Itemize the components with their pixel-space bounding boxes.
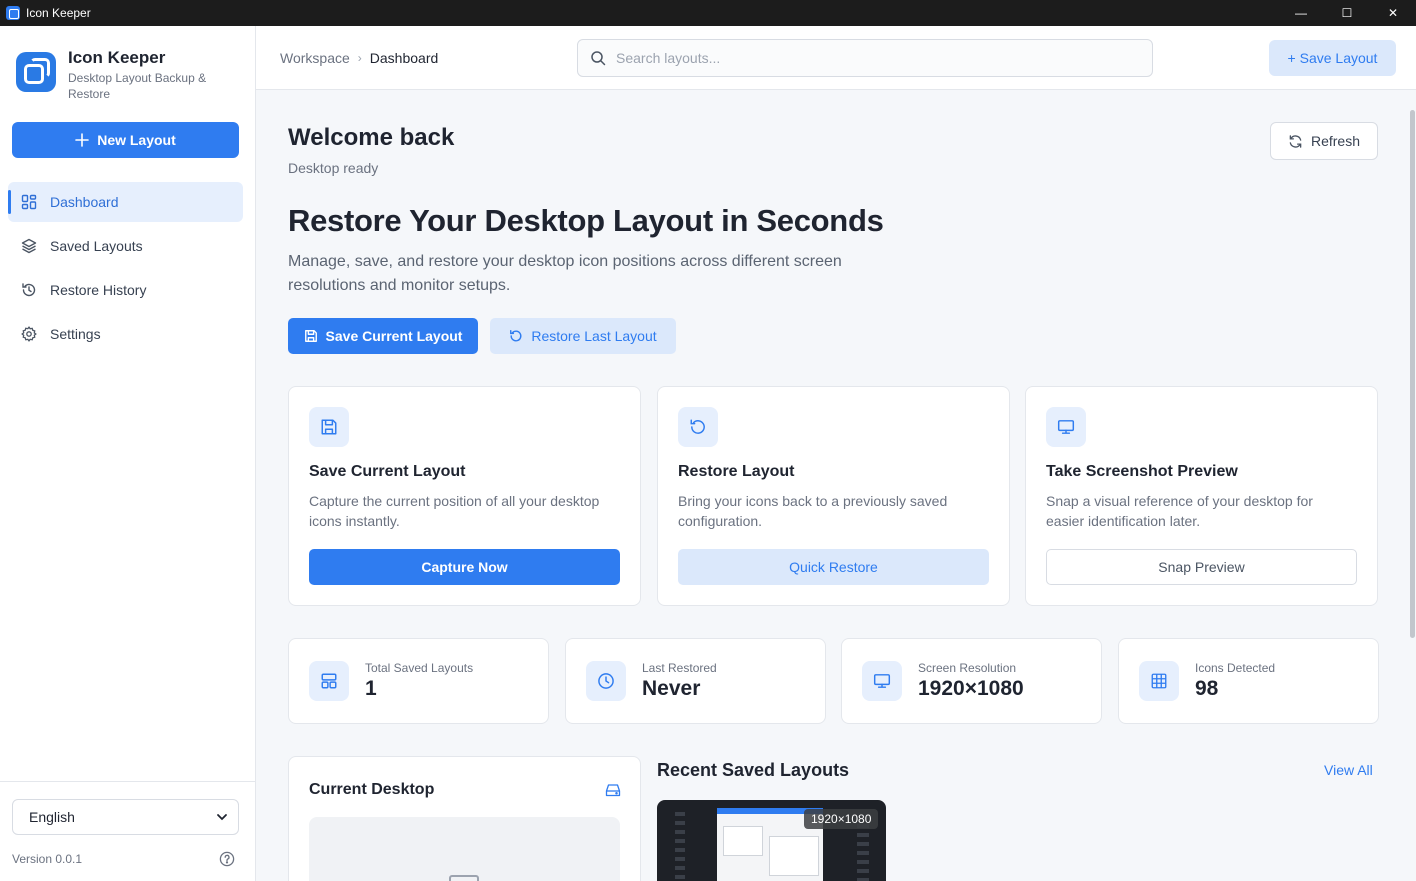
plus-icon [75, 133, 90, 147]
breadcrumb-separator: › [357, 51, 362, 65]
card-title: Save Current Layout [309, 463, 466, 480]
logo-icon [16, 52, 56, 92]
save-current-layout-button[interactable]: Save Current Layout [288, 318, 478, 354]
snap-preview-button[interactable]: Snap Preview [1046, 549, 1357, 585]
search-icon [590, 50, 606, 66]
restore-last-layout-label: Restore Last Layout [531, 328, 657, 344]
sidebar-nav: Dashboard Saved Layouts Restore History … [8, 182, 243, 358]
refresh-label: Refresh [1310, 133, 1361, 149]
card-take-screenshot-preview: Take Screenshot Preview Snap a visual re… [1025, 386, 1378, 606]
window-controls: — ☐ ✕ [1278, 0, 1416, 26]
new-layout-button[interactable]: New Layout [12, 122, 239, 158]
save-icon [309, 407, 349, 447]
scrollbar[interactable] [1408, 90, 1416, 881]
sidebar-item-label: Settings [50, 326, 101, 342]
layers-icon [20, 237, 38, 255]
brand-name: Icon Keeper [68, 48, 166, 67]
card-description: Capture the current position of all your… [309, 493, 600, 529]
card-title: Restore Layout [678, 463, 795, 480]
stat-label: Total Saved Layouts [365, 661, 474, 675]
status-text: Desktop ready [288, 160, 379, 176]
breadcrumb-dashboard: Dashboard [369, 50, 439, 66]
stat-icons-detected: Icons Detected 98 [1118, 638, 1379, 724]
monitor-icon [1046, 407, 1086, 447]
card-description: Bring your icons back to a previously sa… [678, 493, 948, 529]
stat-value: 98 [1195, 677, 1219, 700]
stat-value: 1920×1080 [918, 677, 1024, 700]
language-value: English [29, 809, 75, 825]
brand: Icon Keeper Desktop Layout Backup & Rest… [16, 48, 228, 102]
current-desktop-title: Current Desktop [309, 781, 435, 798]
quick-restore-button[interactable]: Quick Restore [678, 549, 989, 585]
sidebar-item-restore-history[interactable]: Restore History [8, 270, 243, 310]
drive-icon [605, 784, 621, 797]
sidebar-footer: English Version 0.0.1 [0, 781, 255, 881]
sidebar-item-label: Dashboard [50, 194, 119, 210]
restore-last-layout-button[interactable]: Restore Last Layout [490, 318, 676, 354]
hero-title: Restore Your Desktop Layout in Seconds [288, 203, 884, 238]
breadcrumb: Workspace › Dashboard [280, 50, 438, 66]
save-current-layout-label: Save Current Layout [325, 328, 463, 344]
sidebar: Icon Keeper Desktop Layout Backup & Rest… [0, 26, 256, 881]
stat-value: 1 [365, 677, 377, 700]
recent-layout-thumbnail[interactable]: 1920×1080 [657, 800, 886, 881]
clock-icon [586, 661, 626, 701]
monitor-icon [862, 661, 902, 701]
layout-icon [309, 661, 349, 701]
current-desktop-card: Current Desktop [288, 756, 641, 881]
restore-icon [510, 330, 522, 342]
gear-icon [20, 325, 38, 343]
window-title: Icon Keeper [26, 6, 91, 20]
refresh-button[interactable]: Refresh [1270, 122, 1378, 160]
card-title: Take Screenshot Preview [1046, 463, 1238, 480]
view-all-link[interactable]: View All [1324, 762, 1373, 778]
chevron-down-icon [217, 814, 227, 821]
search-input[interactable] [616, 50, 1116, 66]
main-content: Welcome back Desktop ready Refresh Resto… [256, 90, 1416, 881]
card-save-current-layout: Save Current Layout Capture the current … [288, 386, 641, 606]
header: Workspace › Dashboard + Save Layout [256, 26, 1416, 90]
stat-screen-resolution: Screen Resolution 1920×1080 [841, 638, 1102, 724]
stat-label: Screen Resolution [918, 661, 1017, 675]
card-restore-layout: Restore Layout Bring your icons back to … [657, 386, 1010, 606]
stat-last-restored: Last Restored Never [565, 638, 826, 724]
grid-icon [20, 193, 38, 211]
desktop-preview [309, 817, 620, 881]
sidebar-item-saved-layouts[interactable]: Saved Layouts [8, 226, 243, 266]
capture-now-button[interactable]: Capture Now [309, 549, 620, 585]
close-button[interactable]: ✕ [1370, 0, 1416, 26]
grid-table-icon [1139, 661, 1179, 701]
language-select[interactable]: English [12, 799, 239, 835]
brand-subtitle: Desktop Layout Backup & Restore [68, 71, 207, 101]
save-layout-button[interactable]: + Save Layout [1269, 40, 1396, 76]
monitor-icon [449, 875, 479, 881]
stat-value: Never [642, 677, 701, 700]
sidebar-item-dashboard[interactable]: Dashboard [8, 182, 243, 222]
breadcrumb-workspace[interactable]: Workspace [280, 50, 350, 66]
help-icon[interactable] [219, 851, 235, 867]
stat-total-saved-layouts: Total Saved Layouts 1 [288, 638, 549, 724]
version-label: Version 0.0.1 [12, 852, 83, 866]
stat-label: Last Restored [642, 661, 717, 675]
hero-description: Manage, save, and restore your desktop i… [288, 253, 842, 294]
refresh-icon [1289, 134, 1302, 148]
page-title: Welcome back [288, 124, 455, 151]
new-layout-label: New Layout [97, 132, 176, 148]
title-bar: Icon Keeper — ☐ ✕ [0, 0, 1416, 26]
maximize-button[interactable]: ☐ [1324, 0, 1370, 26]
resolution-badge: 1920×1080 [804, 809, 879, 829]
card-description: Snap a visual reference of your desktop … [1046, 493, 1313, 529]
sidebar-item-settings[interactable]: Settings [8, 314, 243, 354]
stat-label: Icons Detected [1195, 661, 1276, 675]
search-box [577, 39, 1153, 77]
app-icon [6, 6, 20, 20]
sidebar-item-label: Restore History [50, 282, 147, 298]
minimize-button[interactable]: — [1278, 0, 1324, 26]
restore-icon [678, 407, 718, 447]
sidebar-item-label: Saved Layouts [50, 238, 143, 254]
recent-layouts-title: Recent Saved Layouts [657, 760, 850, 780]
save-icon [304, 330, 317, 342]
history-icon [20, 281, 38, 299]
